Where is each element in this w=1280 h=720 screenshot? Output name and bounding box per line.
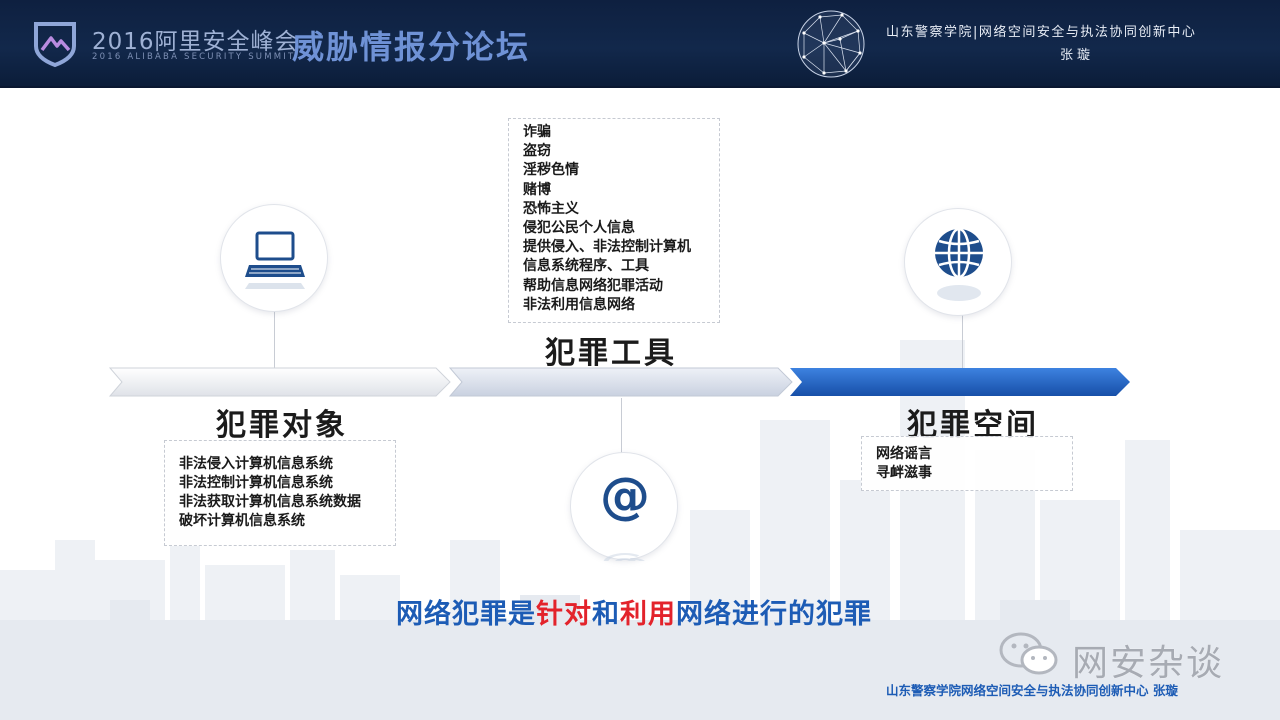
list-item: 提供侵入、非法控制计算机 xyxy=(523,239,691,256)
heading-crime-tools: 犯罪工具 xyxy=(545,336,677,371)
connector-line-space xyxy=(962,314,963,370)
list-item: 非法侵入计算机信息系统 xyxy=(179,456,333,472)
heading-crime-objects: 犯罪对象 xyxy=(216,408,348,443)
at-sign-icon: @ @ xyxy=(600,467,650,561)
crime-space-list: 网络谣言 寻衅滋事 xyxy=(861,436,1073,491)
globe-icon-circle xyxy=(904,208,1012,316)
slogan-emphasis: 利用 xyxy=(620,599,676,630)
crime-objects-list: 非法侵入计算机信息系统 非法控制计算机信息系统 非法获取计算机信息系统数据 破坏… xyxy=(164,440,396,546)
list-item: 非法获取计算机信息系统数据 xyxy=(179,494,361,510)
list-item: 帮助信息网络犯罪活动 xyxy=(523,277,663,294)
globe-icon xyxy=(935,227,983,301)
arrow-segment-tools xyxy=(448,367,793,397)
list-item: 赌博 xyxy=(523,181,551,198)
list-item: 诈骗 xyxy=(523,124,551,140)
list-item: 寻衅滋事 xyxy=(876,465,932,481)
header-banner: 2016阿里安全峰会 2016 ALIBABA SECURITY SUMMIT … xyxy=(0,0,1280,88)
list-item: 破坏计算机信息系统 xyxy=(179,513,305,529)
slogan-part: 和 xyxy=(592,599,620,630)
slogan: 网络犯罪是针对和利用网络进行的犯罪 xyxy=(396,592,872,631)
svg-text:@: @ xyxy=(600,467,650,525)
slogan-part: 网络犯罪是 xyxy=(396,599,536,630)
list-item: 非法利用信息网络 xyxy=(523,296,635,313)
connector-line-tools xyxy=(621,398,622,454)
footer-credit: 山东警察学院网络空间安全与执法协同创新中心 张璇 xyxy=(886,683,1178,698)
list-item: 非法控制计算机信息系统 xyxy=(179,475,333,491)
slogan-part: 网络进行的犯罪 xyxy=(676,599,872,630)
list-item: 信息系统程序、工具 xyxy=(523,258,649,275)
svg-text:@: @ xyxy=(600,551,650,561)
header-organization: 山东警察学院|网络空间安全与执法协同创新中心 xyxy=(886,25,1197,40)
header-author: 张璇 xyxy=(1060,48,1095,63)
summit-title: 2016阿里安全峰会 xyxy=(92,29,299,55)
arrow-segment-objects xyxy=(108,367,451,397)
laptop-icon-circle xyxy=(220,204,328,312)
network-globe-icon xyxy=(797,10,865,78)
forum-title: 威胁情报分论坛 xyxy=(292,28,531,66)
list-item: 网络谣言 xyxy=(876,446,932,462)
alibaba-security-shield-icon xyxy=(34,22,76,68)
arrow-segment-space xyxy=(790,368,1130,396)
list-item: 恐怖主义 xyxy=(523,200,579,217)
wechat-icon xyxy=(999,632,1058,675)
list-item: 侵犯公民个人信息 xyxy=(523,220,635,237)
watermark-text: 网安杂谈 xyxy=(1072,643,1225,684)
summit-subtitle: 2016 ALIBABA SECURITY SUMMIT xyxy=(92,52,296,62)
laptop-icon xyxy=(245,231,305,289)
list-item: 淫秽色情 xyxy=(523,162,579,179)
crime-tools-list: 诈骗 盗窃 淫秽色情 赌博 恐怖主义 侵犯公民个人信息 提供侵入、非法控制计算机… xyxy=(508,118,720,323)
slogan-emphasis: 针对 xyxy=(536,599,592,630)
list-item: 盗窃 xyxy=(523,143,551,160)
at-sign-icon-circle: @ @ xyxy=(570,452,678,561)
connector-line-objects xyxy=(274,308,275,370)
